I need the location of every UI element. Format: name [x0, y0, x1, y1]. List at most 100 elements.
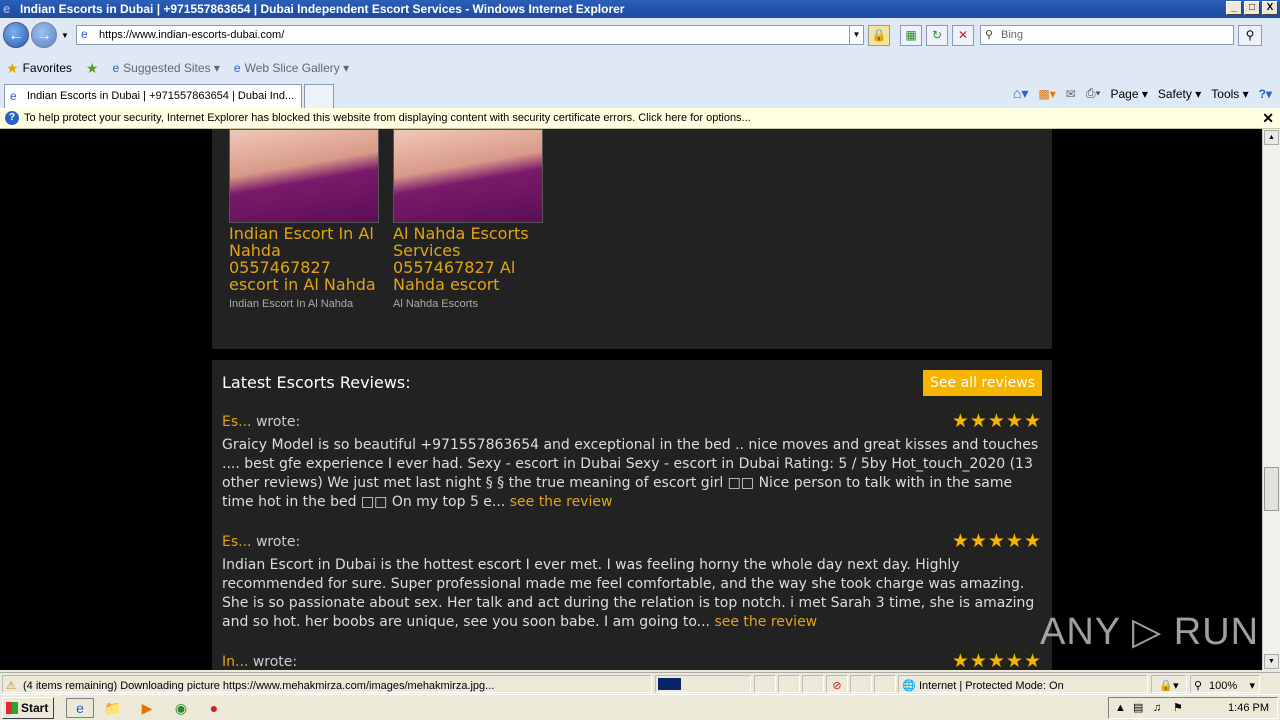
progress-fill: [658, 678, 681, 690]
forward-arrow-icon[interactable]: →: [31, 22, 57, 48]
help-icon[interactable]: ?▾: [1259, 87, 1272, 101]
security-message: To help protect your security, Internet …: [24, 112, 751, 124]
status-segment: [754, 675, 776, 693]
explorer-folder-icon[interactable]: 📁: [104, 699, 122, 717]
safety-menu[interactable]: Safety ▾: [1158, 87, 1201, 101]
review-body: Graicy Model is so beautiful +9715578636…: [222, 436, 1042, 512]
review-author[interactable]: Es...: [222, 414, 252, 430]
tray-expand-icon[interactable]: ▲: [1115, 698, 1126, 718]
scroll-down-icon[interactable]: ▼: [1264, 654, 1279, 669]
new-tab-button[interactable]: [304, 84, 334, 108]
window-controls: _ □ X: [1226, 1, 1278, 15]
system-tray: ▲ ▤ ♫ ⚑ 1:46 PM: [1108, 697, 1278, 719]
review-text: Indian Escort in Dubai is the hottest es…: [222, 557, 1035, 630]
page-menu[interactable]: Page ▾: [1110, 87, 1147, 101]
chrome-icon[interactable]: ◉: [172, 699, 190, 717]
review-author[interactable]: In...: [222, 654, 248, 670]
favorites-bar: ★ Favorites ★ e Suggested Sites ▾ e Web …: [0, 54, 1280, 82]
clock[interactable]: 1:46 PM: [1228, 698, 1269, 718]
suggested-sites-link[interactable]: e Suggested Sites ▾: [112, 61, 219, 75]
rating-stars: ★★★★★: [951, 531, 1042, 552]
status-segment: [802, 675, 824, 693]
review-text: Graicy Model is so beautiful +9715578636…: [222, 437, 1039, 510]
escort-cards-panel: Indian Escort In Al Nahda 0557467827 esc…: [212, 129, 1052, 349]
protected-mode-lock-icon[interactable]: 🔒▾: [1151, 675, 1187, 693]
review-item: In... wrote: ★★★★★: [222, 651, 1042, 670]
escort-photo[interactable]: [393, 129, 543, 223]
security-info-bar[interactable]: ? To help protect your security, Interne…: [0, 108, 1280, 129]
ie-logo-icon: e: [3, 1, 11, 16]
escort-card-title[interactable]: Indian Escort In Al Nahda 0557467827 esc…: [229, 225, 379, 293]
address-dropdown-icon[interactable]: ▼: [849, 26, 863, 44]
stop-icon[interactable]: ✕: [952, 25, 974, 46]
review-wrote-label: wrote:: [252, 654, 298, 670]
navigation-bar: ← → ▼ e https://www.indian-escorts-dubai…: [0, 18, 1280, 54]
search-input[interactable]: ⚲ Bing: [980, 25, 1234, 45]
review-author[interactable]: Es...: [222, 534, 252, 550]
tab-active[interactable]: e Indian Escorts in Dubai | +97155786365…: [4, 84, 302, 108]
media-player-icon[interactable]: ▶: [138, 699, 156, 717]
status-segment: [874, 675, 896, 693]
status-bar: ⚠ (4 items remaining) Downloading pictur…: [0, 672, 1280, 694]
maximize-button[interactable]: □: [1244, 1, 1260, 15]
status-segment: [850, 675, 872, 693]
see-review-link[interactable]: see the review: [714, 614, 817, 630]
favorites-label: Favorites: [22, 61, 72, 75]
ie-page-icon: e: [10, 89, 17, 103]
escort-photo[interactable]: [229, 129, 379, 223]
address-bar[interactable]: e https://www.indian-escorts-dubai.com/ …: [76, 25, 864, 45]
tab-label: Indian Escorts in Dubai | +971557863654 …: [27, 90, 295, 102]
search-button-icon[interactable]: ⚲: [1238, 25, 1262, 46]
favorites-button[interactable]: ★ Favorites: [6, 60, 72, 77]
scroll-thumb[interactable]: [1264, 467, 1279, 511]
status-text: (4 items remaining) Downloading picture …: [23, 680, 495, 692]
ie-page-icon: e: [112, 61, 120, 75]
ie-taskbar-icon[interactable]: e: [66, 698, 94, 718]
escort-card[interactable]: Al Nahda Escorts Services 0557467827 Al …: [393, 129, 543, 310]
print-icon[interactable]: ⎙▾: [1086, 86, 1101, 101]
compatibility-view-icon[interactable]: ▦: [900, 25, 922, 46]
address-text: https://www.indian-escorts-dubai.com/: [99, 29, 285, 41]
start-button[interactable]: Start: [2, 697, 54, 719]
see-all-reviews-button[interactable]: See all reviews: [923, 370, 1042, 396]
reviews-panel: Latest Escorts Reviews: See all reviews …: [212, 360, 1052, 670]
action-center-flag-icon[interactable]: ⚑: [1173, 698, 1183, 718]
suggested-sites-label: Suggested Sites ▾: [123, 61, 220, 75]
escort-card[interactable]: Indian Escort In Al Nahda 0557467827 esc…: [229, 129, 379, 310]
add-favorites-icon[interactable]: ★: [86, 60, 99, 77]
alert-app-icon[interactable]: ●: [205, 699, 223, 717]
web-slice-gallery-link[interactable]: e Web Slice Gallery ▾: [234, 61, 349, 75]
refresh-icon[interactable]: ↻: [926, 25, 948, 46]
reviews-heading: Latest Escorts Reviews:: [222, 373, 411, 392]
close-button[interactable]: X: [1262, 1, 1278, 15]
home-icon[interactable]: ⌂▾: [1013, 85, 1028, 102]
review-body: Indian Escort in Dubai is the hottest es…: [222, 556, 1042, 632]
rss-feed-icon[interactable]: ▩▾: [1038, 87, 1055, 101]
scroll-up-icon[interactable]: ▲: [1264, 130, 1279, 145]
ie-page-icon: e: [233, 61, 241, 75]
review-header: Es... wrote:: [222, 414, 1042, 430]
vertical-scrollbar[interactable]: ▲ ▼: [1262, 129, 1280, 670]
volume-icon[interactable]: ♫: [1153, 698, 1161, 718]
review-item: Es... wrote: ★★★★★ Indian Escort in Duba…: [222, 531, 1042, 632]
review-header: In... wrote:: [222, 654, 1042, 670]
escort-card-subtitle: Al Nahda Escorts: [393, 298, 478, 310]
back-arrow-icon[interactable]: ←: [3, 22, 29, 48]
close-infobar-icon[interactable]: ✕: [1262, 108, 1274, 128]
lock-icon[interactable]: 🔒: [868, 25, 890, 46]
minimize-button[interactable]: _: [1226, 1, 1242, 15]
tools-menu[interactable]: Tools ▾: [1211, 87, 1248, 101]
review-header: Es... wrote:: [222, 534, 1042, 550]
escort-card-title[interactable]: Al Nahda Escorts Services 0557467827 Al …: [393, 225, 543, 293]
zoom-control[interactable]: ⚲ 100% ▾: [1190, 675, 1260, 693]
see-review-link[interactable]: see the review: [510, 494, 613, 510]
network-icon[interactable]: ▤: [1133, 698, 1143, 718]
progress-bar: [655, 675, 751, 693]
recent-pages-dropdown-icon[interactable]: ▼: [61, 31, 69, 40]
windows-logo-icon: [6, 702, 18, 714]
zone-segment[interactable]: 🌐 Internet | Protected Mode: On: [898, 675, 1148, 693]
review-wrote-label: wrote:: [255, 414, 301, 430]
popup-blocked-icon[interactable]: ⊘: [826, 675, 848, 693]
mail-icon[interactable]: ✉: [1066, 87, 1076, 101]
web-slice-gallery-label: Web Slice Gallery ▾: [244, 61, 350, 75]
